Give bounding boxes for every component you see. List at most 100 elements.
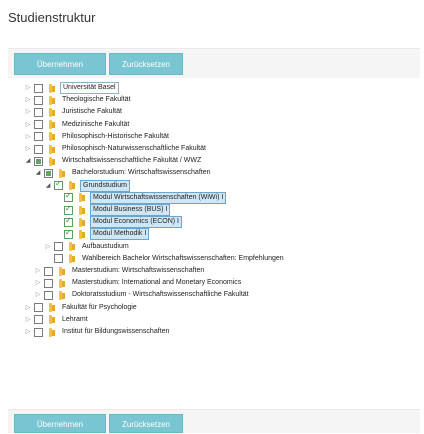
tree-checkbox[interactable]	[34, 120, 43, 130]
tree-checkbox[interactable]	[54, 242, 63, 252]
tree-node[interactable]: ▷ Theologische Fakultät	[24, 94, 132, 106]
expanded-arrow-icon[interactable]: ◢	[34, 167, 42, 179]
folder-icon	[57, 290, 66, 300]
collapsed-arrow-icon[interactable]: ▷	[34, 277, 42, 289]
tree-checkbox[interactable]	[64, 191, 73, 203]
folder-icon	[47, 95, 56, 105]
folder-icon	[77, 229, 86, 239]
folder-icon	[77, 205, 86, 215]
collapsed-arrow-icon[interactable]: ▷	[24, 131, 32, 143]
tree-node-label[interactable]: Modul Wirtschaftswissenschaften (WiWi) I	[90, 191, 227, 204]
tree-checkbox[interactable]	[54, 254, 63, 264]
tree-node[interactable]: ▷ Fakultät für Psychologie	[24, 302, 139, 314]
tree-node-label[interactable]: Bachelorstudium: Wirtschaftswissenschaft…	[70, 168, 213, 178]
tree-node-label[interactable]: Grundstudium	[80, 179, 130, 192]
tree-node-label[interactable]: Theologische Fakultät	[60, 95, 132, 105]
tree-checkbox[interactable]	[34, 144, 43, 154]
folder-icon	[77, 217, 86, 227]
tree-node[interactable]: ▷ Medizinische Fakultät	[24, 119, 131, 131]
tree-checkbox[interactable]	[34, 107, 43, 117]
tree-node-label[interactable]: Universität Basel	[60, 82, 119, 94]
tree-checkbox[interactable]	[44, 290, 53, 300]
tree-node-label[interactable]: Wahlbereich Bachelor Wirtschaftswissensc…	[80, 254, 286, 264]
collapsed-arrow-icon[interactable]: ▷	[24, 326, 32, 338]
tree-node[interactable]: ▷ Aufbaustudium	[44, 241, 131, 253]
collapsed-arrow-icon[interactable]: ▷	[24, 143, 32, 155]
tree-checkbox[interactable]	[54, 179, 63, 191]
tree-checkbox[interactable]	[34, 83, 43, 93]
tree-checkbox[interactable]	[34, 132, 43, 142]
tree-node[interactable]: Modul Wirtschaftswissenschaften (WiWi) I	[54, 191, 227, 204]
folder-icon	[47, 156, 56, 166]
collapsed-arrow-icon[interactable]: ▷	[24, 106, 32, 118]
collapsed-arrow-icon[interactable]: ▷	[24, 314, 32, 326]
tree-node[interactable]: ◢ Grundstudium	[44, 179, 130, 192]
folder-icon	[57, 168, 66, 178]
collapsed-arrow-icon[interactable]: ▷	[24, 302, 32, 314]
tree-node-label[interactable]: Modul Methodik I	[90, 228, 150, 241]
collapsed-arrow-icon[interactable]: ▷	[24, 94, 32, 106]
tree-checkbox[interactable]	[44, 278, 53, 288]
tree-node-label[interactable]: Modul Economics (ECON) I	[90, 216, 182, 229]
tree-node-label[interactable]: Masterstudium: Wirtschaftswissenschaften	[70, 266, 206, 276]
tree-node[interactable]: ▷ Juristische Fakultät	[24, 106, 124, 118]
folder-icon	[47, 327, 56, 337]
tree-node[interactable]: ▷ Philosophisch-Historische Fakultät	[24, 131, 171, 143]
apply-button-bottom[interactable]: Übernehmen	[14, 414, 106, 433]
collapsed-arrow-icon[interactable]: ▷	[24, 82, 32, 94]
tree-node[interactable]: Modul Business (BUS) I	[54, 204, 171, 216]
tree-node-label[interactable]: Aufbaustudium	[80, 242, 131, 252]
tree-node-label[interactable]: Fakultät für Psychologie	[60, 303, 139, 313]
folder-icon	[47, 303, 56, 313]
apply-button[interactable]: Übernehmen	[14, 53, 106, 75]
tree-node-label[interactable]: Lehramt	[60, 315, 90, 325]
tree-checkbox[interactable]	[44, 168, 53, 178]
tree-node[interactable]: ▷ Lehramt	[24, 314, 90, 326]
tree-checkbox[interactable]	[34, 327, 43, 337]
tree-checkbox[interactable]	[34, 315, 43, 325]
folder-icon	[67, 181, 76, 191]
reset-button-bottom[interactable]: Zurücksetzen	[109, 414, 183, 433]
collapsed-arrow-icon[interactable]: ▷	[34, 289, 42, 301]
expanded-arrow-icon[interactable]: ◢	[24, 155, 32, 167]
tree-node[interactable]: Wahlbereich Bachelor Wirtschaftswissensc…	[44, 253, 286, 265]
tree-node-label[interactable]: Institut für Bildungswissenschaften	[60, 327, 171, 337]
tree-node[interactable]: ▷ Masterstudium: International and Moneta…	[34, 277, 243, 289]
tree-node[interactable]: Modul Economics (ECON) I	[54, 216, 182, 229]
tree-checkbox[interactable]	[64, 228, 73, 239]
tree-node[interactable]: ▷ Institut für Bildungswissenschaften	[24, 326, 171, 338]
tree-node[interactable]: ▷ Masterstudium: Wirtschaftswissenschafte…	[34, 265, 206, 277]
tree-checkbox[interactable]	[64, 216, 73, 227]
tree-checkbox[interactable]	[44, 266, 53, 276]
tree-node[interactable]: ▷ Doktoratsstudium - Wirtschaftswissensch…	[34, 289, 251, 301]
tree-node-label[interactable]: Philosophisch-Naturwissenschaftliche Fak…	[60, 144, 208, 154]
folder-icon	[67, 254, 76, 264]
tree-checkbox[interactable]	[34, 156, 43, 166]
toolbar-bottom: Übernehmen Zurücksetzen	[8, 409, 420, 433]
tree-node[interactable]: ◢ Wirtschaftswissenschaftliche Fakultät /…	[24, 155, 203, 167]
tree-checkbox[interactable]	[34, 303, 43, 313]
expanded-arrow-icon[interactable]: ◢	[44, 180, 52, 192]
collapsed-arrow-icon[interactable]: ▷	[44, 241, 52, 253]
reset-button[interactable]: Zurücksetzen	[109, 53, 183, 75]
tree-node-label[interactable]: Modul Business (BUS) I	[90, 204, 171, 216]
tree-checkbox[interactable]	[64, 204, 73, 215]
page-title: Studienstruktur	[8, 10, 96, 25]
tree-node[interactable]: ▷ Universität Basel	[24, 82, 119, 94]
tree-node-label[interactable]: Medizinische Fakultät	[60, 120, 131, 130]
tree-node[interactable]: ◢ Bachelorstudium: Wirtschaftswissenschaf…	[34, 167, 213, 179]
collapsed-arrow-icon[interactable]: ▷	[34, 265, 42, 277]
tree-node-label[interactable]: Philosophisch-Historische Fakultät	[60, 132, 171, 142]
tree-node-label[interactable]: Doktoratsstudium - Wirtschaftswissenscha…	[70, 290, 251, 300]
collapsed-arrow-icon[interactable]: ▷	[24, 119, 32, 131]
tree-node-label[interactable]: Juristische Fakultät	[60, 107, 124, 117]
tree-checkbox[interactable]	[34, 95, 43, 105]
tree-node[interactable]: Modul Methodik I	[54, 228, 150, 241]
tree-node-label[interactable]: Wirtschaftswissenschaftliche Fakultät / …	[60, 156, 203, 166]
tree-node-label[interactable]: Masterstudium: International and Monetar…	[70, 278, 243, 288]
tree-node[interactable]: ▷ Philosophisch-Naturwissenschaftliche Fa…	[24, 143, 208, 155]
